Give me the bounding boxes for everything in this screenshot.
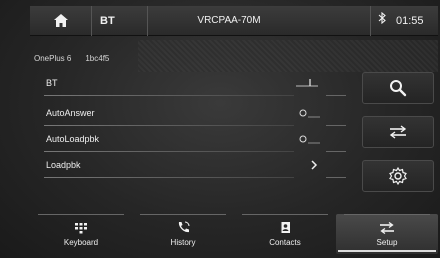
settings-button[interactable] — [362, 160, 434, 192]
nav-setup[interactable]: Setup — [336, 214, 438, 254]
paired-device[interactable]: OnePlus 6 1bc4f5 — [30, 48, 438, 68]
setting-row-bt[interactable]: BT — [30, 70, 348, 96]
home-icon — [53, 14, 68, 27]
autoloadpbk-radio[interactable] — [292, 131, 322, 147]
bottom-nav: Keyboard History Contacts Setup — [30, 214, 438, 254]
contacts-book-icon — [280, 222, 290, 233]
search-button[interactable] — [362, 72, 434, 104]
autoanswer-radio[interactable] — [292, 105, 322, 121]
loadpbk-button[interactable] — [292, 157, 322, 173]
row-divider — [44, 95, 294, 96]
bt-screen: BT VRCPAA-70M 01:55 OnePlus 6 1bc4f5 BT — [0, 0, 440, 258]
nav-label: Contacts — [269, 238, 301, 247]
radio-off-icon — [299, 135, 320, 144]
row-divider — [326, 95, 346, 96]
setting-label: Loadpbk — [46, 160, 81, 170]
row-divider — [44, 177, 294, 178]
setting-label: BT — [46, 78, 58, 88]
swap-button[interactable] — [362, 116, 434, 148]
clock: 01:55 — [396, 14, 424, 27]
settings-gear-icon — [389, 166, 407, 186]
setting-row-loadpbk[interactable]: Loadpbk — [30, 152, 348, 178]
side-buttons — [362, 72, 434, 192]
swap-icon — [389, 125, 407, 139]
setting-label: AutoAnswer — [46, 108, 95, 118]
settings-list: BT AutoAnswer AutoLoadpbk Loadpbk — [30, 70, 348, 190]
bt-toggle-switch[interactable] — [292, 75, 322, 91]
bluetooth-icon — [378, 11, 386, 24]
nav-keyboard[interactable]: Keyboard — [30, 214, 132, 254]
bluetooth-status — [370, 5, 392, 36]
setting-row-autoanswer[interactable]: AutoAnswer — [30, 100, 348, 126]
nav-label: Keyboard — [63, 237, 99, 247]
keypad-icon — [75, 222, 87, 233]
radio-off-icon — [299, 109, 320, 118]
paired-device-address: 1bc4f5 — [85, 53, 110, 63]
paired-device-name: OnePlus 6 — [34, 53, 72, 63]
setting-row-autoloadpbk[interactable]: AutoLoadpbk — [30, 126, 348, 152]
phone-call-icon — [178, 221, 189, 233]
device-title: VRCPAA-70M — [197, 15, 261, 26]
nav-label: Setup — [376, 237, 398, 247]
home-button[interactable] — [30, 5, 92, 36]
search-icon — [390, 80, 407, 97]
row-divider — [326, 177, 346, 178]
setting-label: AutoLoadpbk — [46, 134, 100, 144]
nav-history[interactable]: History — [132, 214, 234, 254]
swap-icon — [380, 221, 394, 234]
nav-label: History — [170, 238, 196, 247]
top-bar: BT VRCPAA-70M 01:55 — [30, 5, 438, 36]
nav-contacts[interactable]: Contacts — [234, 214, 336, 254]
chevron-right-icon — [311, 160, 318, 170]
toggle-switch-icon — [296, 79, 318, 87]
